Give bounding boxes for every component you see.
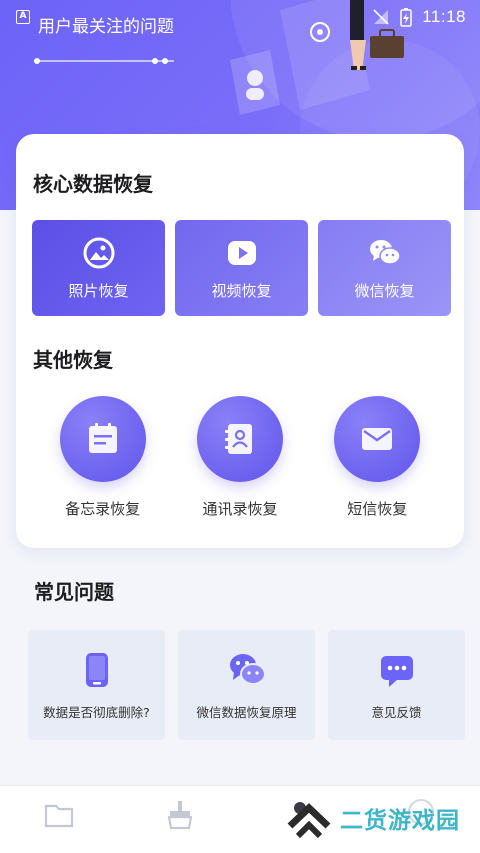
video-play-icon [227, 240, 256, 265]
contacts-recovery-button[interactable]: 通讯录恢复 [180, 396, 300, 519]
recovery-card: 核心数据恢复 照片恢复 视频恢复 微信恢复 其他恢复 备忘录恢复 通讯录恢复 短… [16, 134, 464, 548]
faq-label: 微信数据恢复原理 [196, 704, 297, 720]
watermark-text: 二货游戏园 [340, 808, 460, 834]
notes-recovery-button[interactable]: 备忘录恢复 [43, 396, 163, 519]
status-time: 11:18 [422, 7, 466, 26]
core-tiles: 照片恢复 视频恢复 微信恢复 [32, 220, 451, 316]
tile-label: 视频恢复 [211, 281, 272, 300]
decor-dot [152, 58, 158, 64]
folder-icon[interactable] [42, 798, 76, 832]
core-section-title: 核心数据恢复 [33, 172, 153, 196]
hero-title: 用户最关注的问题 [38, 17, 174, 37]
tile-label: 照片恢复 [68, 281, 129, 300]
battery-charging-icon [400, 8, 412, 27]
faq-feedback-card[interactable]: 意见反馈 [328, 630, 465, 740]
faq-section-title: 常见问题 [34, 580, 114, 604]
site-watermark: 二货游戏园 [284, 796, 460, 840]
faq-row: 数据是否彻底删除? 微信数据恢复原理 意见反馈 [28, 630, 465, 740]
sms-recovery-button[interactable]: 短信恢复 [317, 396, 437, 519]
phone-icon [85, 652, 108, 687]
other-label: 备忘录恢复 [65, 500, 141, 518]
app-notification-icon: A [16, 10, 30, 24]
decor-dot [34, 58, 40, 64]
message-envelope-icon [362, 428, 393, 450]
feedback-chat-icon [380, 655, 413, 687]
wechat-recovery-tile[interactable]: 微信恢复 [318, 220, 451, 316]
other-section-title: 其他恢复 [33, 348, 113, 372]
faq-wechat-principle-card[interactable]: 微信数据恢复原理 [178, 630, 315, 740]
video-recovery-tile[interactable]: 视频恢复 [175, 220, 308, 316]
faq-label: 数据是否彻底删除? [43, 704, 150, 720]
other-label: 短信恢复 [347, 500, 408, 518]
contacts-icon [224, 424, 252, 454]
photo-icon [83, 237, 114, 268]
wechat-icon [229, 653, 266, 685]
other-recovery-row: 备忘录恢复 通讯录恢复 短信恢复 [16, 396, 464, 519]
no-signal-icon [373, 9, 389, 25]
wechat-icon [369, 239, 401, 265]
other-label: 通讯录恢复 [202, 500, 278, 518]
notes-icon [88, 423, 117, 453]
tile-label: 微信恢复 [354, 281, 415, 300]
faq-label: 意见反馈 [371, 704, 422, 720]
clean-brush-icon[interactable] [163, 798, 197, 832]
photo-recovery-tile[interactable]: 照片恢复 [32, 220, 165, 316]
decor-dot [162, 58, 168, 64]
sms-icon-circle [334, 396, 421, 482]
notes-icon-circle [59, 396, 146, 482]
contacts-icon-circle [196, 396, 283, 482]
faq-deletion-card[interactable]: 数据是否彻底删除? [28, 630, 165, 740]
watermark-logo-icon [287, 803, 331, 839]
